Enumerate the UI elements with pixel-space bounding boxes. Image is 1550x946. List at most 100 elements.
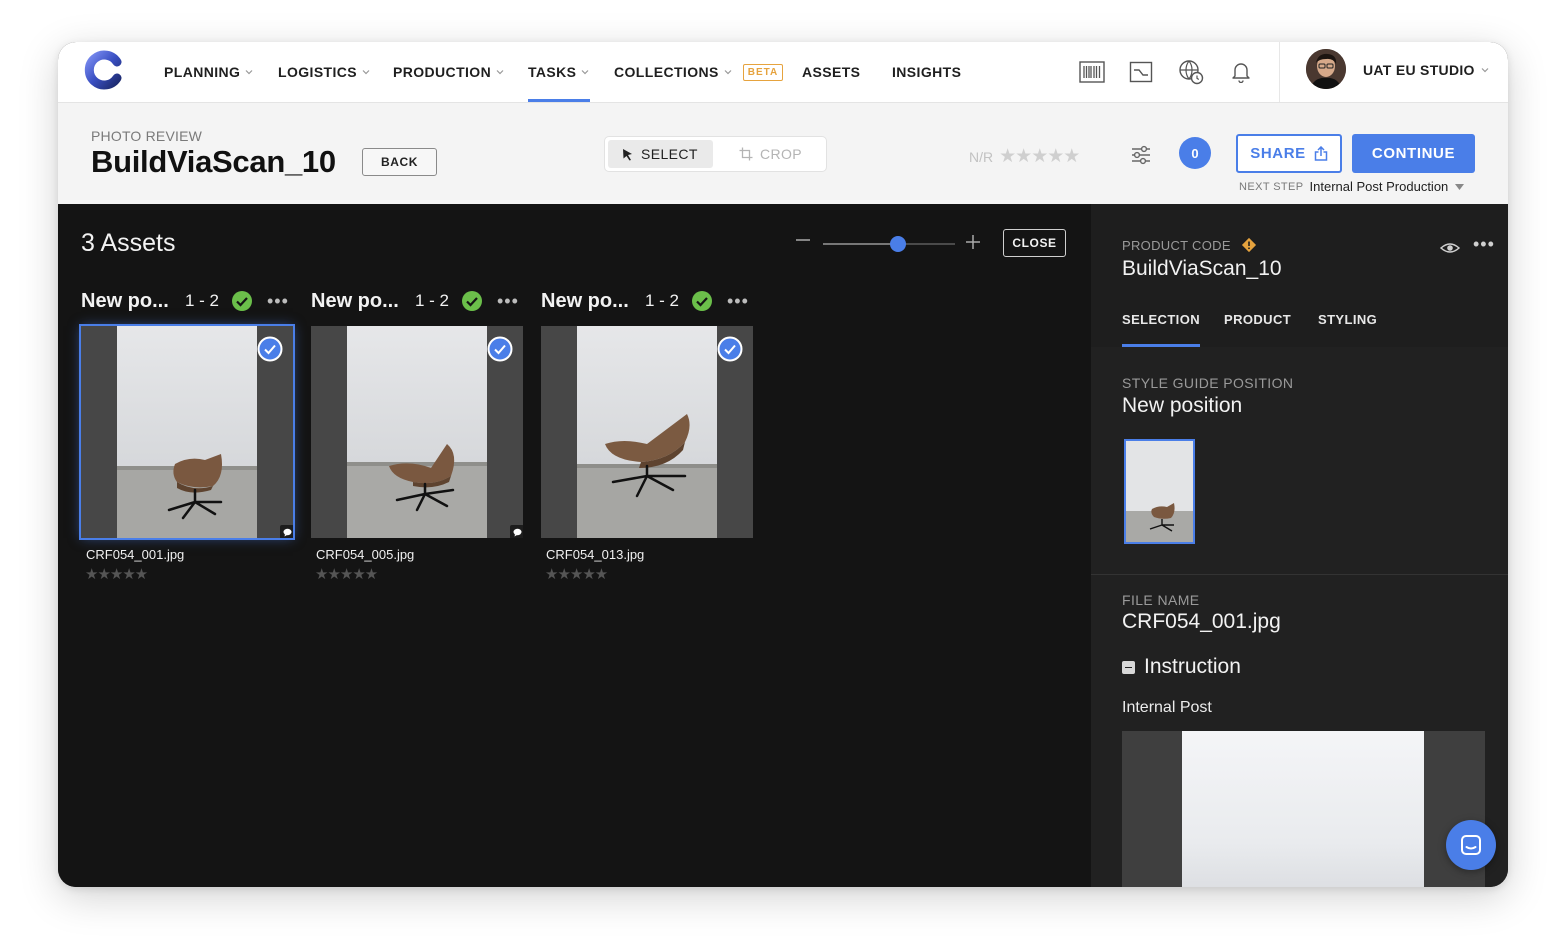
nav-production-label: PRODUCTION — [393, 64, 492, 80]
nav-planning[interactable]: PLANNING — [164, 42, 254, 102]
page-title: BuildViaScan_10 — [91, 144, 336, 179]
preview-photo — [1182, 731, 1424, 887]
style-guide-label: STYLE GUIDE POSITION — [1122, 375, 1294, 391]
next-step-label: NEXT STEP — [1239, 180, 1304, 193]
zoom-slider[interactable] — [823, 236, 955, 252]
select-tool-button[interactable]: SELECT — [608, 140, 713, 168]
asset-file-name: CRF054_013.jpg — [546, 547, 645, 562]
nav-divider — [1279, 42, 1280, 102]
nav-logistics[interactable]: LOGISTICS — [278, 42, 371, 102]
nav-collections-label: COLLECTIONS — [614, 64, 719, 80]
trend-chart-icon[interactable] — [1127, 58, 1155, 86]
details-panel-header: PRODUCT CODE BuildViaScan_10 ••• SELECTI… — [1091, 204, 1508, 347]
asset-rating-stars[interactable]: ★★★★★ — [545, 565, 608, 583]
studio-label: UAT EU STUDIO — [1363, 62, 1475, 78]
chevron-down-icon — [581, 70, 589, 75]
globe-clock-icon[interactable] — [1177, 58, 1205, 86]
nav-assets[interactable]: ASSETS — [802, 42, 860, 102]
comment-icon[interactable] — [510, 525, 523, 538]
chat-icon — [1461, 835, 1481, 855]
group-range: 1 - 2 — [185, 291, 220, 310]
asset-file-name: CRF054_001.jpg — [86, 547, 185, 562]
cursor-icon — [623, 148, 632, 160]
nav-insights-label: INSIGHTS — [892, 64, 962, 80]
group-header: New po... 1 - 2 ••• — [311, 287, 521, 315]
nav-collections[interactable]: COLLECTIONS BETA — [614, 42, 784, 102]
nav-planning-label: PLANNING — [164, 64, 241, 80]
asset-thumbnail[interactable] — [311, 326, 523, 538]
warning-icon[interactable] — [1240, 236, 1258, 254]
next-step-selector[interactable]: NEXT STEP Internal Post Production — [1239, 179, 1465, 194]
style-guide-thumbnail[interactable] — [1124, 439, 1195, 544]
review-header: PHOTO REVIEW BuildViaScan_10 BACK SELECT… — [58, 102, 1508, 204]
nav-insights[interactable]: INSIGHTS — [892, 42, 961, 102]
sliders-icon[interactable] — [1129, 143, 1153, 167]
instruction-preview-image[interactable] — [1122, 731, 1485, 887]
chevron-down-icon — [362, 70, 370, 75]
bell-icon[interactable] — [1227, 58, 1255, 86]
asset-rating-stars[interactable]: ★★★★★ — [85, 565, 148, 583]
group-name[interactable]: New po... — [541, 290, 639, 313]
nav-production[interactable]: PRODUCTION — [393, 42, 505, 102]
app-window: PLANNING LOGISTICS PRODUCTION TASKS COLL… — [58, 42, 1508, 887]
crop-tool-button[interactable]: CROP — [735, 140, 802, 168]
close-button[interactable]: CLOSE — [1003, 229, 1066, 257]
studio-switcher[interactable]: UAT EU STUDIO — [1363, 42, 1490, 98]
tab-styling[interactable]: STYLING — [1318, 312, 1377, 344]
file-name-label: FILE NAME — [1122, 592, 1200, 608]
chair-photo — [577, 326, 717, 538]
group-name[interactable]: New po... — [311, 290, 409, 313]
tab-product[interactable]: PRODUCT — [1224, 312, 1291, 344]
continue-button[interactable]: CONTINUE — [1352, 134, 1475, 173]
count-badge[interactable]: 0 — [1179, 137, 1211, 169]
zoom-in-icon[interactable] — [965, 234, 981, 250]
panel-divider — [1091, 574, 1508, 575]
group-range: 1 - 2 — [645, 291, 680, 310]
chair-photo — [117, 326, 257, 538]
more-options-icon[interactable]: ••• — [497, 291, 519, 312]
zoom-slider-handle[interactable] — [890, 236, 907, 252]
back-button[interactable]: BACK — [362, 148, 437, 176]
share-label: SHARE — [1250, 145, 1306, 162]
barcode-icon[interactable] — [1078, 58, 1106, 86]
selected-check-icon[interactable] — [257, 336, 283, 362]
group-name[interactable]: New po... — [81, 290, 179, 313]
selected-check-icon[interactable] — [717, 336, 743, 362]
instruction-toggle[interactable]: Instruction — [1122, 655, 1241, 679]
check-circle-icon — [232, 291, 252, 311]
comment-icon[interactable] — [280, 525, 293, 538]
caret-down-icon — [1455, 183, 1465, 190]
select-tool-label: SELECT — [641, 146, 698, 162]
chevron-down-icon — [245, 70, 253, 75]
user-avatar[interactable] — [1306, 49, 1346, 89]
app-logo-icon[interactable] — [84, 50, 124, 90]
share-icon — [1314, 146, 1327, 161]
selected-check-icon[interactable] — [487, 336, 513, 362]
chat-support-button[interactable] — [1446, 820, 1496, 870]
check-circle-icon — [692, 291, 712, 311]
zoom-slider-fill — [823, 243, 899, 245]
more-options-icon[interactable]: ••• — [727, 291, 749, 312]
file-name-value: CRF054_001.jpg — [1122, 610, 1281, 633]
tool-switcher: SELECT CROP — [604, 136, 827, 172]
eye-icon[interactable] — [1440, 240, 1460, 256]
collapse-icon — [1122, 660, 1135, 674]
nav-tasks-label: TASKS — [528, 64, 577, 80]
rating-stars[interactable]: ★★★★★ — [999, 145, 1080, 168]
share-button[interactable]: SHARE — [1236, 134, 1342, 173]
group-header: New po... 1 - 2 ••• — [81, 287, 291, 315]
crop-tool-label: CROP — [760, 146, 803, 162]
asset-thumbnail[interactable] — [79, 324, 295, 540]
internal-post-label: Internal Post — [1122, 699, 1212, 716]
assets-count: 3 Assets — [81, 229, 176, 257]
beta-badge: BETA — [742, 63, 784, 81]
zoom-out-icon[interactable] — [795, 232, 811, 248]
asset-rating-stars[interactable]: ★★★★★ — [315, 565, 378, 583]
more-options-icon[interactable]: ••• — [267, 291, 289, 312]
asset-thumbnail[interactable] — [541, 326, 753, 538]
asset-rating[interactable]: N/R ★★★★★ — [969, 145, 1080, 168]
product-code-label: PRODUCT CODE — [1122, 237, 1231, 253]
nav-tasks[interactable]: TASKS — [528, 42, 591, 102]
tab-selection[interactable]: SELECTION — [1122, 312, 1200, 347]
more-options-icon[interactable]: ••• — [1473, 234, 1495, 255]
